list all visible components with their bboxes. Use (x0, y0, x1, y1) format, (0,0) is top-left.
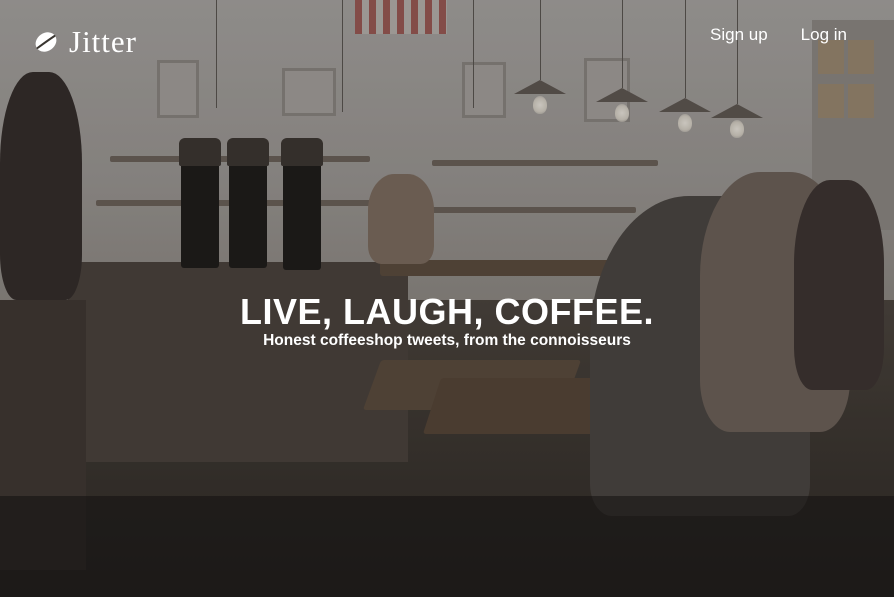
top-navigation-bar: Jitter Sign up Log in (0, 0, 894, 88)
hero-tagline: Honest coffeeshop tweets, from the conno… (263, 332, 631, 349)
brand-logo[interactable]: Jitter (33, 26, 137, 57)
brand-name: Jitter (69, 24, 137, 59)
coffee-bean-icon (35, 31, 57, 52)
auth-nav: Sign up Log in (710, 24, 847, 46)
hero-section: LIVE, LAUGH, COFFEE. Honest coffeeshop t… (0, 292, 894, 350)
hero-headline: LIVE, LAUGH, COFFEE. (239, 291, 654, 332)
sign-up-link[interactable]: Sign up (710, 24, 768, 46)
log-in-link[interactable]: Log in (801, 24, 847, 46)
bottom-dark-band (0, 496, 894, 597)
